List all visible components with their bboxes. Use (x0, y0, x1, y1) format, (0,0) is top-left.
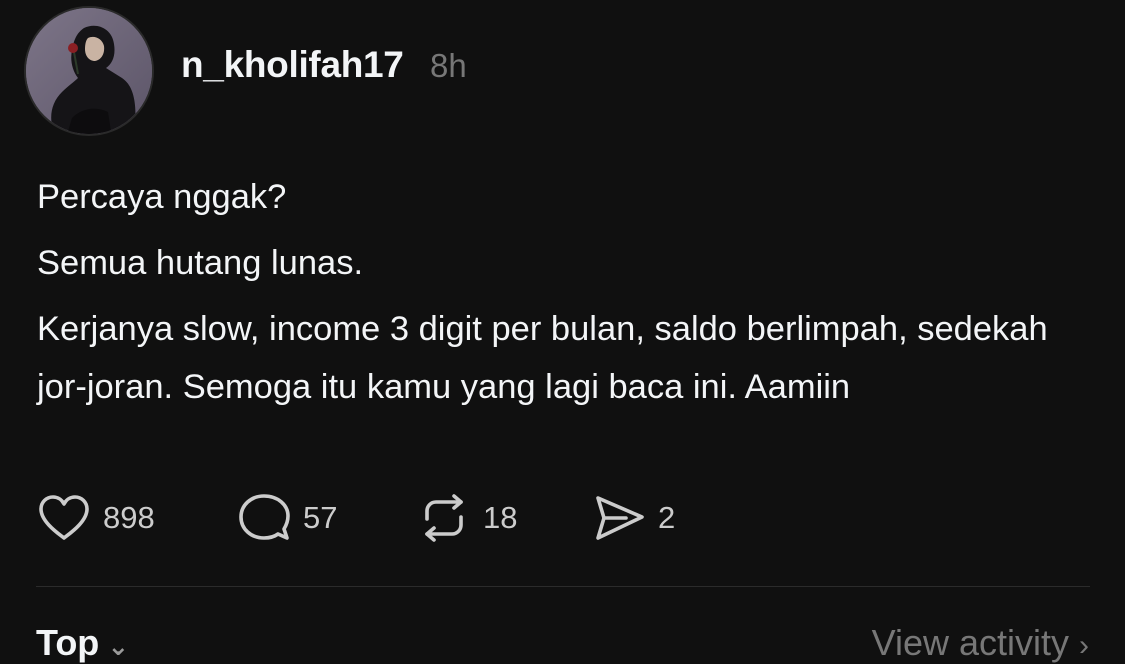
post-text-line: Kerjanya slow, income 3 digit per bulan,… (37, 310, 1048, 406)
sort-label: Top (36, 622, 100, 663)
avatar[interactable] (24, 6, 154, 136)
repost-button[interactable]: 18 (417, 493, 592, 543)
post-text-line: Percaya nggak? (37, 178, 287, 216)
share-button[interactable]: 2 (592, 493, 712, 543)
comment-button[interactable]: 57 (237, 493, 417, 543)
like-button[interactable]: 898 (37, 494, 237, 542)
send-icon (592, 493, 646, 543)
repost-count: 18 (483, 500, 518, 535)
post-actions: 898 57 18 2 (37, 492, 712, 544)
post-text: Percaya nggak? Semua hutang lunas. Kerja… (37, 168, 1097, 416)
sort-dropdown[interactable]: Top ⌄ (36, 622, 129, 664)
username[interactable]: n_kholifah17 (181, 44, 404, 86)
like-count: 898 (103, 500, 155, 535)
repost-icon (417, 493, 471, 543)
post-text-line: Semua hutang lunas. (37, 244, 364, 282)
share-count: 2 (658, 500, 676, 535)
divider (36, 586, 1090, 587)
heart-icon (37, 494, 91, 542)
comment-bubble-icon (237, 493, 291, 543)
comment-count: 57 (303, 500, 338, 535)
view-activity-label: View activity (871, 622, 1069, 663)
view-activity-link[interactable]: View activity › (872, 622, 1089, 664)
chevron-down-icon: ⌄ (107, 631, 130, 661)
post-timestamp: 8h (430, 47, 467, 84)
